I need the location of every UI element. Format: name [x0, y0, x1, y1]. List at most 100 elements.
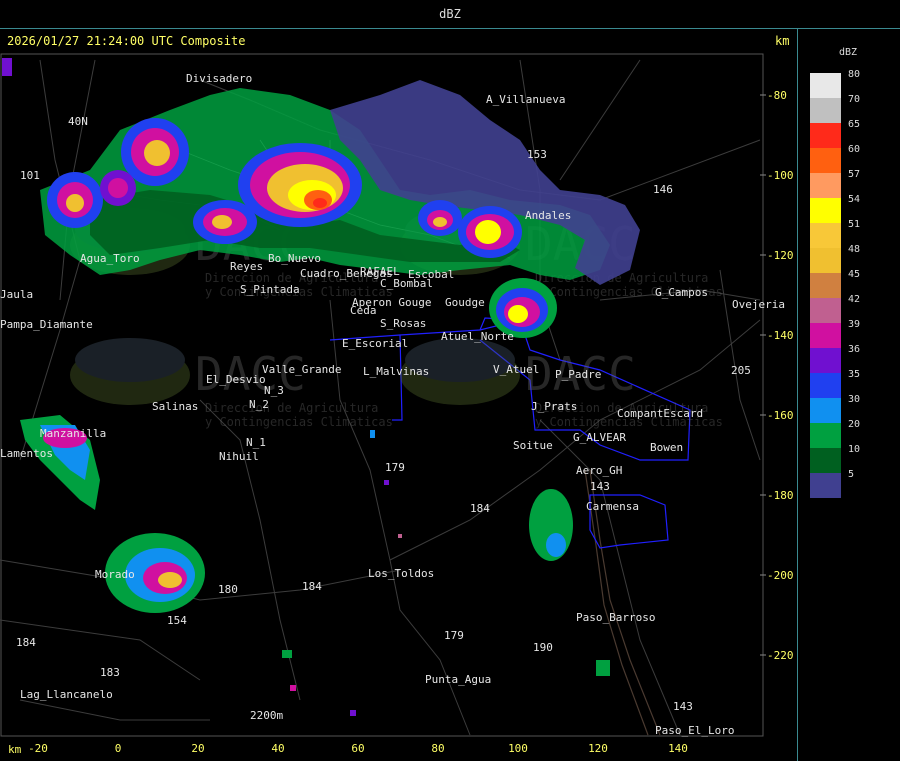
- place-label: C_Bombal: [380, 277, 433, 290]
- place-label: A_Villanueva: [486, 93, 565, 106]
- place-label: Valle_Grande: [262, 363, 341, 376]
- y-tick-label: -220: [767, 649, 794, 662]
- legend-swatch: [810, 298, 841, 323]
- legend-value: 5: [848, 469, 854, 480]
- place-label: Ovejeria: [732, 298, 785, 311]
- place-label: Manzanilla: [40, 427, 106, 440]
- echo-cell-sw-main-core: [212, 215, 232, 229]
- place-label: Agua_Toro: [80, 252, 140, 265]
- place-label: Paso_El_Loro: [655, 724, 734, 737]
- place-label: Reyes: [230, 260, 263, 273]
- legend-swatch: [810, 73, 841, 98]
- echo-small-6: [370, 430, 375, 438]
- place-label: Lag_Llancanelo: [20, 688, 113, 701]
- legend-value: 20: [848, 419, 860, 430]
- place-label: CompantEscard: [617, 407, 703, 420]
- x-tick-label: 120: [588, 742, 608, 755]
- y-axis: -80 -100 -120 -140 -160 -180 -200 -220: [760, 89, 794, 662]
- place-label: 143: [673, 700, 693, 713]
- place-label: 184: [16, 636, 36, 649]
- x-tick-label: 140: [668, 742, 688, 755]
- place-label: J_Prats: [531, 400, 577, 413]
- place-label: 153: [527, 148, 547, 161]
- legend-swatch: [810, 98, 841, 123]
- dbz-legend: dBZ 80 70 65 60 57 54 51 48 45 42 39 36 35 30 20 10 5: [810, 47, 860, 498]
- place-label: Soitue: [513, 439, 553, 452]
- legend-value: 51: [848, 219, 860, 230]
- place-label: Morado: [95, 568, 135, 581]
- echo-small-7: [384, 480, 389, 485]
- place-label: 184: [302, 580, 322, 593]
- dacc-logo-dome: [75, 338, 185, 382]
- x-tick-label: -20: [28, 742, 48, 755]
- place-label: N_3: [264, 384, 284, 397]
- x-tick-label: 80: [431, 742, 444, 755]
- place-label: 146: [653, 183, 673, 196]
- legend-swatch: [810, 473, 841, 498]
- echo-cell-carmensa-core: [546, 533, 566, 557]
- x-tick-label: 20: [191, 742, 204, 755]
- legend-value: 54: [848, 194, 860, 205]
- place-label: Salinas: [152, 400, 198, 413]
- place-label: 154: [167, 614, 187, 627]
- echo-cell-east-a-peak: [433, 217, 447, 227]
- place-label: Divisadero: [186, 72, 252, 85]
- place-label: 179: [444, 629, 464, 642]
- legend-title: dBZ: [839, 47, 857, 58]
- place-label: E_Escorial: [342, 337, 408, 350]
- y-tick-label: -180: [767, 489, 794, 502]
- place-label: G_ALVEAR: [573, 431, 626, 444]
- place-label: 180: [218, 583, 238, 596]
- echo-small-8: [2, 58, 12, 76]
- place-label: Atuel_Norte: [441, 330, 514, 343]
- place-label: S_Pintada: [240, 283, 300, 296]
- echo-small-3: [290, 685, 296, 691]
- place-label: 40N: [68, 115, 88, 128]
- legend-value: 35: [848, 369, 860, 380]
- x-tick-label: 100: [508, 742, 528, 755]
- place-label: Aero_GH: [576, 464, 622, 477]
- y-tick-label: -120: [767, 249, 794, 262]
- echo-cell-nw-core: [144, 140, 170, 166]
- legend-swatch: [810, 148, 841, 173]
- place-label: L_Malvinas: [363, 365, 429, 378]
- x-tick-label: 60: [351, 742, 364, 755]
- echo-small-5: [398, 534, 402, 538]
- legend-value: 30: [848, 394, 860, 405]
- legend-value: 42: [848, 294, 860, 305]
- x-axis: -20 0 20 40 60 80 100 120 140: [28, 742, 688, 755]
- radar-map[interactable]: DACCDireccion de Agriculturay Contingenc…: [0, 0, 900, 761]
- place-label: N_2: [249, 398, 269, 411]
- y-tick-label: -200: [767, 569, 794, 582]
- place-label: V_Atuel: [493, 363, 539, 376]
- place-label: G_Campos: [655, 286, 708, 299]
- place-label: Goudge: [445, 296, 485, 309]
- place-label: Lamentos: [0, 447, 53, 460]
- echo-small-1: [596, 660, 610, 676]
- place-label: Nihuil: [219, 450, 259, 463]
- y-tick-label: -100: [767, 169, 794, 182]
- place-label: P_Padre: [555, 368, 601, 381]
- place-label: Andales: [525, 209, 571, 222]
- echo-cell-morado-d: [158, 572, 182, 588]
- legend-value: 80: [848, 69, 860, 80]
- y-tick-label: -80: [767, 89, 787, 102]
- legend-value: 70: [848, 94, 860, 105]
- place-label: 190: [533, 641, 553, 654]
- place-label: Carmensa: [586, 500, 639, 513]
- legend-value: 10: [848, 444, 860, 455]
- legend-value: 36: [848, 344, 860, 355]
- legend-swatch: [810, 273, 841, 298]
- place-label: Jaula: [0, 288, 33, 301]
- place-label: 205: [731, 364, 751, 377]
- place-label: Pampa_Diamante: [0, 318, 93, 331]
- place-label: Paso_Barroso: [576, 611, 655, 624]
- legend-swatch: [810, 448, 841, 473]
- echo-cell-central-f: [313, 198, 327, 208]
- echo-cell-west-peak: [66, 194, 84, 212]
- place-label: Bowen: [650, 441, 683, 454]
- x-tick-label: 40: [271, 742, 284, 755]
- place-label: 101: [20, 169, 40, 182]
- place-label: 2200m: [250, 709, 283, 722]
- place-label: Ceda: [350, 304, 377, 317]
